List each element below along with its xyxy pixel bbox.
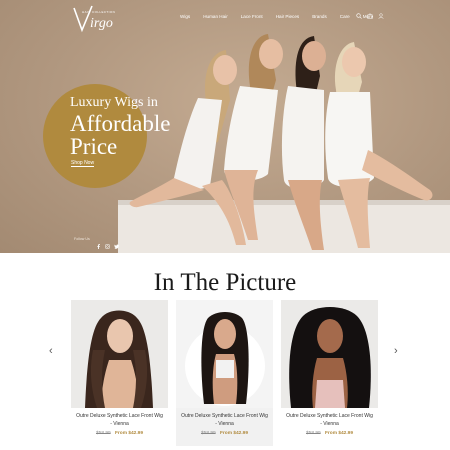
product-old-price: $58.99 bbox=[200, 431, 216, 436]
product-price: $58.99 From $42.99 bbox=[71, 431, 168, 436]
nav-item-hair-pieces[interactable]: Hair Pieces bbox=[276, 14, 300, 19]
product-old-price: $58.99 bbox=[95, 431, 111, 436]
facebook-icon[interactable] bbox=[96, 236, 101, 249]
section-title: In The Picture bbox=[153, 269, 297, 296]
product-new-price: From $42.99 bbox=[325, 431, 353, 436]
user-icon[interactable] bbox=[378, 13, 384, 19]
nav-item-wigs[interactable]: Wigs bbox=[180, 14, 190, 19]
brand-logo[interactable]: irgo HAIR COLLECTION bbox=[70, 2, 132, 36]
site-header: irgo HAIR COLLECTION Wigs Human Hair Lac… bbox=[0, 0, 450, 36]
social-links: Follow Us bbox=[74, 236, 119, 249]
product-image[interactable] bbox=[176, 300, 273, 408]
product-card[interactable]: Outre Deluxe Synthetic Lace Front Wig - … bbox=[281, 300, 378, 436]
product-image[interactable] bbox=[71, 300, 168, 408]
nav-item-human-hair[interactable]: Human Hair bbox=[203, 14, 228, 19]
product-price: $58.99 From $42.99 bbox=[176, 431, 273, 436]
hero-headline-line2: Affordable bbox=[70, 111, 171, 136]
product-name[interactable]: Outre Deluxe Synthetic Lace Front Wig - … bbox=[71, 413, 168, 428]
product-new-price: From $42.99 bbox=[220, 431, 248, 436]
product-image[interactable] bbox=[281, 300, 378, 408]
bag-icon[interactable] bbox=[367, 13, 373, 19]
page: irgo HAIR COLLECTION Wigs Human Hair Lac… bbox=[0, 0, 450, 450]
carousel-prev-button[interactable]: ‹ bbox=[49, 346, 53, 357]
twitter-icon[interactable] bbox=[113, 236, 119, 249]
nav-item-lace-front[interactable]: Lace Front bbox=[241, 14, 263, 19]
social-label: Follow Us bbox=[74, 236, 90, 241]
svg-text:HAIR COLLECTION: HAIR COLLECTION bbox=[82, 10, 115, 14]
product-new-price: From $42.99 bbox=[115, 431, 143, 436]
product-card[interactable]: Outre Deluxe Synthetic Lace Front Wig - … bbox=[71, 300, 168, 436]
hero-headline-line1: Luxury Wigs in bbox=[70, 95, 158, 110]
header-icons bbox=[356, 13, 384, 19]
product-old-price: $58.99 bbox=[305, 431, 321, 436]
product-name[interactable]: Outre Deluxe Synthetic Lace Front Wig - … bbox=[176, 413, 273, 428]
product-price: $58.99 From $42.99 bbox=[281, 431, 378, 436]
nav-item-care[interactable]: Care bbox=[340, 14, 350, 19]
product-card[interactable]: Outre Deluxe Synthetic Lace Front Wig - … bbox=[176, 300, 273, 446]
instagram-icon[interactable] bbox=[104, 236, 110, 249]
shop-now-link[interactable]: Shop Now bbox=[71, 160, 95, 167]
svg-text:irgo: irgo bbox=[90, 16, 113, 31]
nav-item-brands[interactable]: Brands bbox=[312, 14, 327, 19]
product-name[interactable]: Outre Deluxe Synthetic Lace Front Wig - … bbox=[281, 413, 378, 428]
hero-models-photo bbox=[118, 30, 450, 253]
hero-banner: irgo HAIR COLLECTION Wigs Human Hair Lac… bbox=[0, 0, 450, 253]
carousel-next-button[interactable]: › bbox=[394, 346, 398, 357]
search-icon[interactable] bbox=[356, 13, 362, 19]
hero-headline-line3: Price bbox=[70, 134, 118, 159]
